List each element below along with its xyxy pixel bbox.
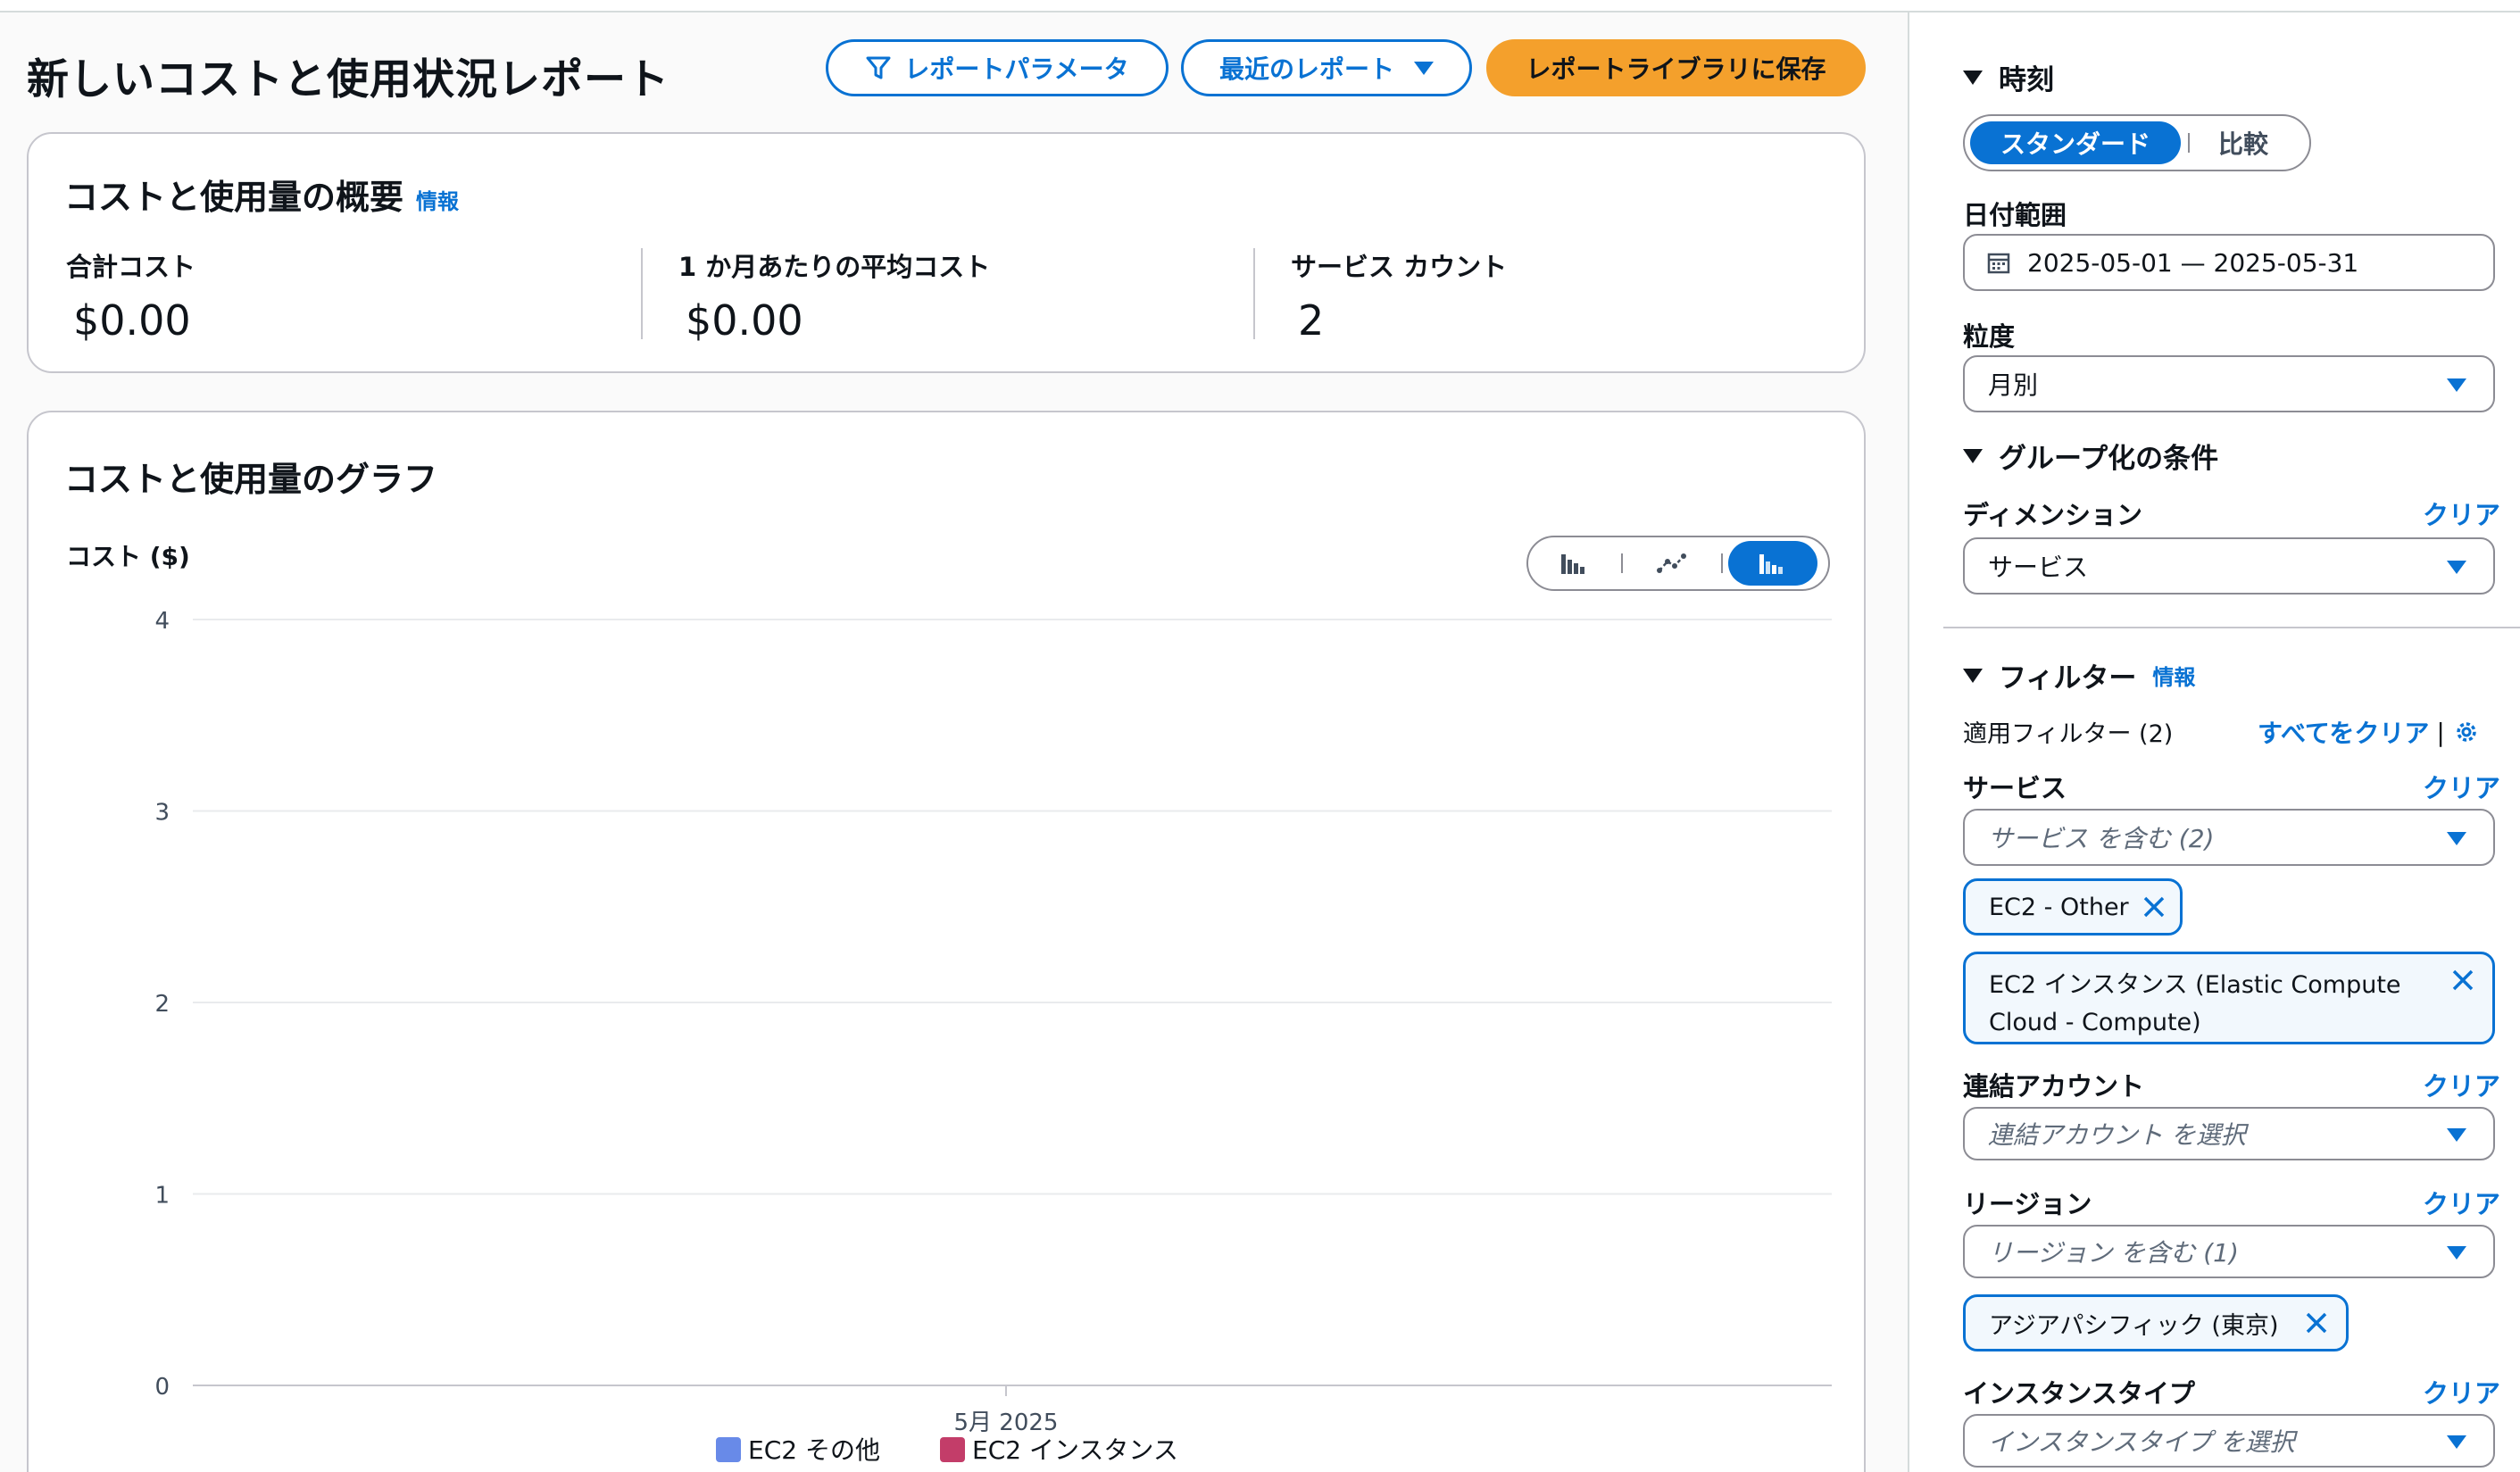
report-parameters-label: レポートパラメータ <box>904 54 1129 84</box>
caret-down-icon <box>2447 832 2466 845</box>
caret-down-icon <box>1414 61 1434 75</box>
caret-down-icon <box>2447 561 2466 574</box>
metric-average-cost: 1 か月あたりの平均コスト $0.00 <box>678 246 990 345</box>
granularity-value: 月別 <box>1988 370 2039 400</box>
metric-value: 2 <box>1298 296 1325 345</box>
dimension-value: サービス <box>1988 553 2089 582</box>
caret-down-icon <box>1963 448 1983 463</box>
cost-usage-chart: 0 1 2 3 4 5月 2025 EC2 その他 EC2 インスタンス <box>154 608 1832 1465</box>
clear-all-link[interactable]: すべてをクリア <box>2258 714 2429 750</box>
metric-divider <box>641 248 643 339</box>
group-by-section-header[interactable]: グループ化の条件 <box>1963 436 2218 476</box>
time-mode-toggle: スタンダード 比較 <box>1963 114 2311 171</box>
group-by-title: グループ化の条件 <box>1999 443 2219 475</box>
summary-title: コストと使用量の概要 情報 <box>64 170 459 219</box>
applied-filters-count: 適用フィルター (2) <box>1963 720 2174 748</box>
region-token-tokyo: アジアパシフィック (東京) <box>1963 1294 2349 1351</box>
y-tick-label: 0 <box>154 1374 170 1401</box>
filter-section-header[interactable]: フィルター 情報 <box>1963 655 2195 695</box>
service-clear-link[interactable]: クリア <box>2423 768 2500 805</box>
token-label: EC2 インスタンス (Elastic Compute Cloud - Comp… <box>1989 971 2401 1036</box>
report-parameters-panel: 時刻 スタンダード 比較 日付範囲 2025-05-01 — 2025-05-3… <box>1909 12 2520 1472</box>
service-filter-label: サービス <box>1963 773 2067 803</box>
time-section-header[interactable]: 時刻 <box>1963 57 2054 97</box>
region-select[interactable]: リージョン を含む (1) <box>1963 1225 2495 1278</box>
y-tick-label: 2 <box>154 991 170 1018</box>
y-tick-label: 4 <box>154 608 170 635</box>
service-filter-select[interactable]: サービス を含む (2) <box>1963 809 2495 866</box>
caret-down-icon <box>2447 1435 2466 1449</box>
linked-account-select[interactable]: 連結アカウント を選択 <box>1963 1107 2495 1160</box>
legend-label: EC2 その他 <box>748 1435 880 1465</box>
instance-type-clear-link[interactable]: クリア <box>2423 1373 2500 1410</box>
token-label: アジアパシフィック (東京) <box>1989 1311 2279 1340</box>
metric-label: 1 か月あたりの平均コスト <box>678 252 991 282</box>
legend-swatch <box>716 1437 741 1462</box>
caret-down-icon <box>2447 1128 2466 1142</box>
filter-info-link[interactable]: 情報 <box>2152 660 2195 691</box>
date-range-value: 2025-05-01 — 2025-05-31 <box>2027 247 2359 278</box>
section-divider <box>1943 627 2520 628</box>
recent-reports-button[interactable]: 最近のレポート <box>1181 39 1472 96</box>
summary-card: コストと使用量の概要 情報 合計コスト $0.00 1 か月あたりの平均コスト $… <box>27 132 1866 373</box>
separator-bar: | <box>2436 717 2445 747</box>
calendar-icon <box>1987 253 2010 274</box>
metric-value: $0.00 <box>73 296 191 345</box>
instance-type-placeholder: インスタンスタイプ を選択 <box>1988 1427 2295 1457</box>
date-range-input[interactable]: 2025-05-01 — 2025-05-31 <box>1963 234 2495 291</box>
service-token-ec2-instance: EC2 インスタンス (Elastic Compute Cloud - Comp… <box>1963 952 2495 1044</box>
service-filter-value: サービス を含む (2) <box>1988 824 2215 853</box>
linked-account-clear-link[interactable]: クリア <box>2423 1066 2500 1103</box>
recent-reports-label: 最近のレポート <box>1218 54 1394 84</box>
dimension-clear-link[interactable]: クリア <box>2423 495 2500 532</box>
legend-swatch <box>940 1437 965 1462</box>
close-icon[interactable] <box>2303 1310 2330 1336</box>
page-title: 新しいコストと使用状況レポート <box>27 55 670 104</box>
linked-account-label: 連結アカウント <box>1963 1071 2145 1102</box>
report-parameters-button[interactable]: レポートパラメータ <box>826 39 1169 96</box>
legend-label: EC2 インスタンス <box>972 1435 1178 1465</box>
filter-title: フィルター <box>1999 662 2137 694</box>
dimension-label: ディメンション <box>1963 500 2142 530</box>
main-content: 新しいコストと使用状況レポート レポートパラメータ 最近のレポート レポートライ… <box>0 12 1908 1472</box>
granularity-label: 粒度 <box>1963 321 2016 352</box>
region-value: リージョン を含む (1) <box>1988 1238 2239 1268</box>
metric-label: サービス カウント <box>1291 252 1508 282</box>
y-tick-label: 3 <box>154 800 170 827</box>
clear-all-filters: すべてをクリア | <box>2258 714 2481 750</box>
close-icon[interactable] <box>2449 967 2476 994</box>
x-tick-label: 5月 2025 <box>954 1410 1059 1436</box>
metric-value: $0.00 <box>686 296 803 345</box>
caret-down-icon <box>1963 668 1983 683</box>
instance-type-select[interactable]: インスタンスタイプ を選択 <box>1963 1414 2495 1468</box>
token-label: EC2 - Other <box>1989 893 2129 921</box>
close-icon[interactable] <box>2141 894 2167 920</box>
metric-service-count: サービス カウント 2 <box>1291 246 1507 345</box>
date-range-label: 日付範囲 <box>1963 200 2067 230</box>
time-section-title: 時刻 <box>1999 64 2054 96</box>
instance-type-label: インスタンスタイプ <box>1963 1378 2195 1409</box>
gear-icon[interactable] <box>2452 718 2481 746</box>
summary-info-link[interactable]: 情報 <box>416 189 459 214</box>
region-clear-link[interactable]: クリア <box>2423 1184 2500 1221</box>
linked-account-placeholder: 連結アカウント を選択 <box>1988 1120 2246 1150</box>
save-to-library-button[interactable]: レポートライブラリに保存 <box>1486 39 1866 96</box>
dimension-select[interactable]: サービス <box>1963 537 2495 595</box>
granularity-select[interactable]: 月別 <box>1963 355 2495 412</box>
metric-divider <box>1253 248 1255 339</box>
service-token-ec2-other: EC2 - Other <box>1963 878 2183 936</box>
metric-total-cost: 合計コスト $0.00 <box>66 246 195 345</box>
filter-icon <box>866 56 891 79</box>
mode-standard-option[interactable]: スタンダード <box>1970 121 2181 164</box>
graph-card: コストと使用量のグラフ コスト ($) 0 1 2 3 4 5月 2025 EC2 その他 E… <box>27 411 1866 1472</box>
metric-label: 合計コスト <box>66 252 196 282</box>
caret-down-icon <box>2447 1246 2466 1260</box>
caret-down-icon <box>2447 378 2466 392</box>
summary-title-text: コストと使用量の概要 <box>64 178 404 217</box>
caret-down-icon <box>1963 70 1983 85</box>
region-label: リージョン <box>1963 1189 2092 1219</box>
mode-compare-option[interactable]: 比較 <box>2190 121 2297 164</box>
y-tick-label: 1 <box>154 1183 170 1210</box>
